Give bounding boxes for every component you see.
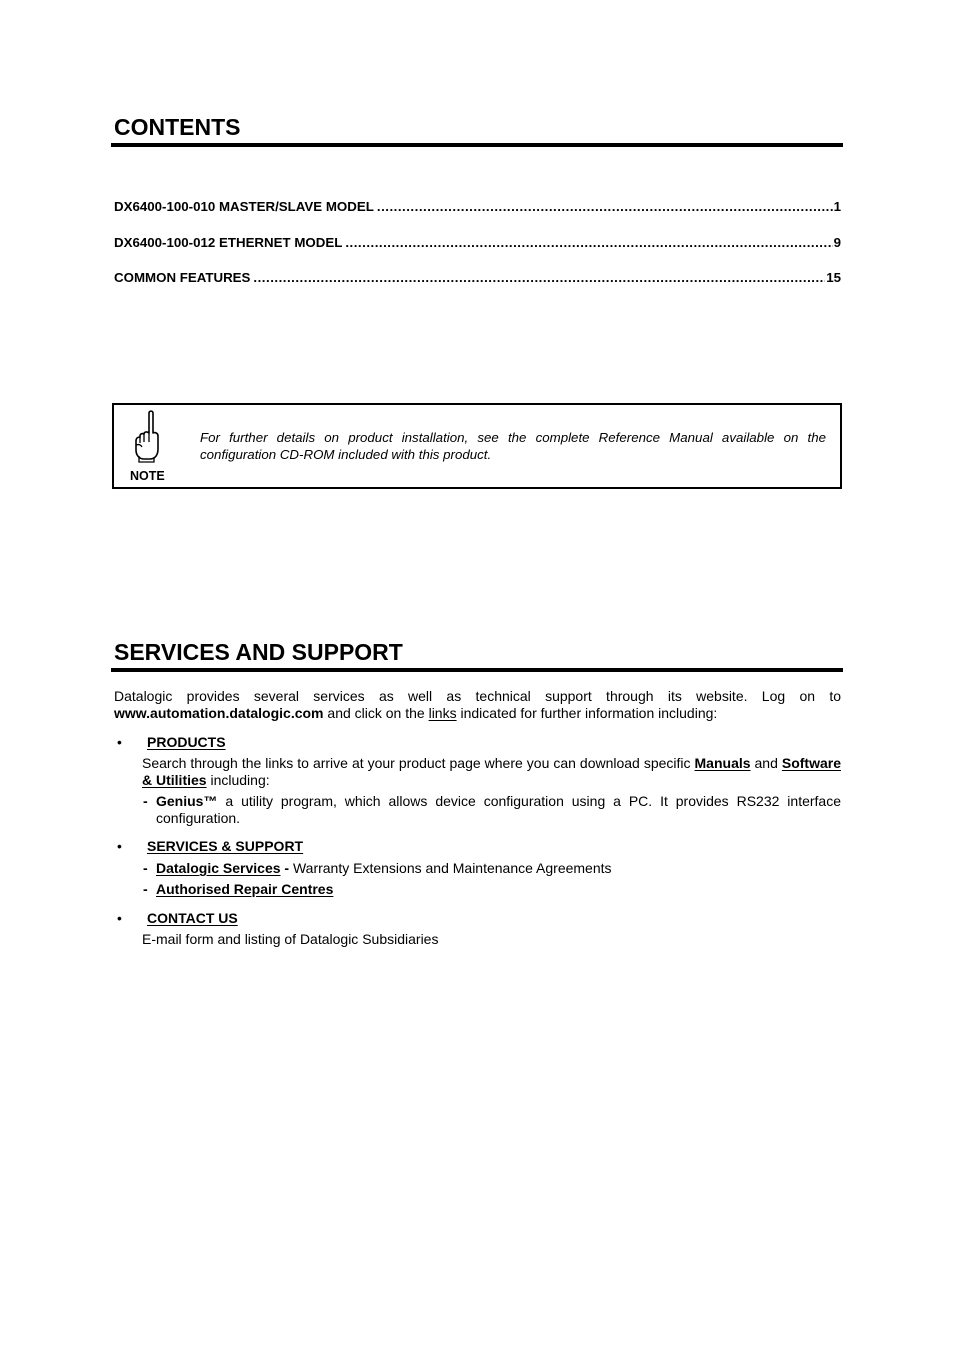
datalogic-services-item: Datalogic Services - Warranty Extensions… [156,860,841,877]
toc-leader-dots [345,235,832,250]
toc-entry-page: 9 [833,235,841,250]
contents-title: CONTENTS [114,114,241,140]
bullet-icon: • [117,734,122,750]
separator: - [280,860,293,876]
website-link[interactable]: www.automation.datalogic.com [114,705,324,721]
repair-centres-item: Authorised Repair Centres [156,881,841,898]
toc-entry-page: 1 [833,199,841,214]
toc-leader-dots [253,270,825,285]
services-rule [111,668,843,672]
intro-text: indicated for further information includ… [456,705,718,721]
intro-text: Datalogic provides several services as w… [114,688,841,704]
products-text: including: [206,772,270,788]
products-text: and [750,755,782,771]
products-description: Search through the links to arrive at yo… [142,755,841,789]
bullet-icon: • [117,910,122,926]
note-label: NOTE [130,469,165,483]
document-page: CONTENTS DX6400-100-010 MASTER/SLAVE MOD… [0,0,954,1351]
manuals-link[interactable]: Manuals [695,755,751,771]
dash-icon: - [143,860,148,876]
pointing-hand-icon [135,410,159,463]
products-link[interactable]: PRODUCTS [147,734,226,750]
genius-description: Genius™ a utility program, which allows … [156,793,841,827]
contact-us-link[interactable]: CONTACT US [147,910,238,926]
toc-entry[interactable]: DX6400-100-012 ETHERNET MODEL 9 [114,235,841,250]
datalogic-services-link[interactable]: Datalogic Services [156,860,281,876]
contact-description: E-mail form and listing of Datalogic Sub… [142,931,439,947]
services-support-link[interactable]: SERVICES & SUPPORT [147,838,303,854]
bullet-icon: • [117,838,122,854]
dash-icon: - [143,881,148,897]
toc-entry-page: 15 [826,270,841,285]
authorised-repair-centres-link[interactable]: Authorised Repair Centres [156,881,333,897]
links-word[interactable]: links [429,705,457,721]
toc-entry-label: DX6400-100-012 ETHERNET MODEL [114,235,343,250]
services-title: SERVICES AND SUPPORT [114,639,403,665]
dash-icon: - [143,793,148,809]
toc-entry[interactable]: DX6400-100-010 MASTER/SLAVE MODEL 1 [114,199,841,214]
note-text: For further details on product installat… [200,430,826,462]
toc-entry-label: COMMON FEATURES [114,270,251,285]
datalogic-services-text: Warranty Extensions and Maintenance Agre… [292,860,612,876]
contents-rule [111,143,843,147]
toc-entry-label: DX6400-100-010 MASTER/SLAVE MODEL [114,199,374,214]
services-intro: Datalogic provides several services as w… [114,688,841,722]
intro-text: and click on the [323,705,429,721]
genius-text: a utility program, which allows device c… [156,793,841,826]
note-box: NOTE For further details on product inst… [112,403,842,489]
products-text: Search through the links to arrive at yo… [142,755,695,771]
toc-entry[interactable]: COMMON FEATURES 15 [114,270,841,285]
toc-leader-dots [377,199,833,214]
genius-name: Genius™ [156,793,218,809]
